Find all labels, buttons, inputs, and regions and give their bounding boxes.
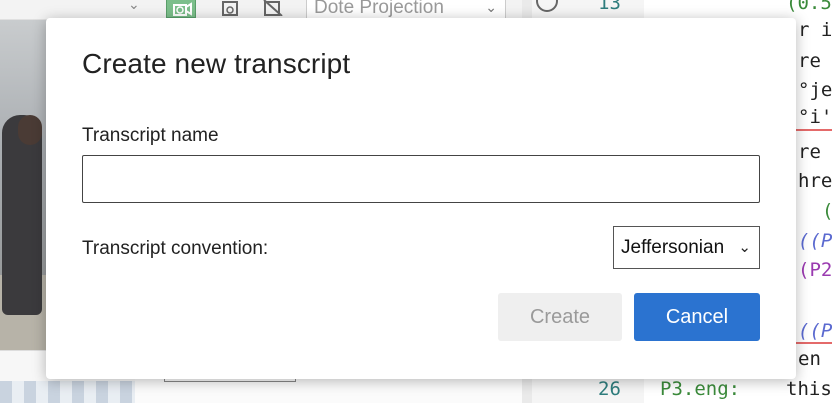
transcript-convention-value: Jeffersonian — [621, 237, 725, 258]
toolbar: ⌄ Dote Projection ⌄ — [0, 0, 530, 20]
code-fragment: ((P — [798, 320, 832, 342]
code-fragment: this — [786, 378, 832, 400]
create-button[interactable]: Create — [498, 293, 622, 341]
dialog-title: Create new transcript — [82, 48, 351, 79]
code-fragment: P3.eng: — [660, 378, 741, 400]
code-fragment: en — [798, 348, 821, 370]
no-video-icon — [263, 0, 283, 16]
transcript-convention-label: Transcript convention: — [82, 238, 269, 259]
transcript-name-label: Transcript name — [82, 125, 219, 146]
code-fragment: re — [798, 50, 821, 72]
line-number: 13 — [598, 0, 621, 14]
create-transcript-dialog: Create new transcript Transcript name Tr… — [46, 18, 796, 379]
cancel-button[interactable]: Cancel — [634, 293, 760, 341]
no-video-button[interactable] — [258, 0, 288, 18]
code-fragment: (P2 — [798, 259, 832, 281]
transcript-convention-select[interactable]: Jeffersonian ⌄ — [613, 226, 760, 269]
code-fragment: ( — [822, 200, 832, 222]
line-number: 26 — [598, 378, 621, 400]
projection-select-value: Dote Projection — [314, 0, 444, 18]
code-fragment: °i' — [798, 106, 832, 128]
code-fragment: (0.5 — [786, 0, 832, 14]
code-fragment: re — [798, 141, 821, 163]
code-fragment: ((P — [798, 230, 832, 252]
save-sync-button[interactable] — [216, 0, 246, 18]
projection-select[interactable]: Dote Projection ⌄ — [306, 0, 506, 20]
chevron-down-icon[interactable]: ⌄ — [128, 0, 148, 17]
transcript-name-input[interactable] — [82, 155, 760, 203]
save-sync-icon — [222, 1, 238, 16]
video-sync-icon — [173, 2, 192, 16]
code-fragment: °je — [798, 79, 832, 101]
code-fragment: hre — [798, 170, 832, 192]
video-sync-button[interactable] — [166, 0, 196, 18]
chevron-down-icon: ⌄ — [738, 238, 751, 256]
code-fragment: r i — [798, 19, 832, 41]
video-preview[interactable] — [0, 20, 48, 350]
